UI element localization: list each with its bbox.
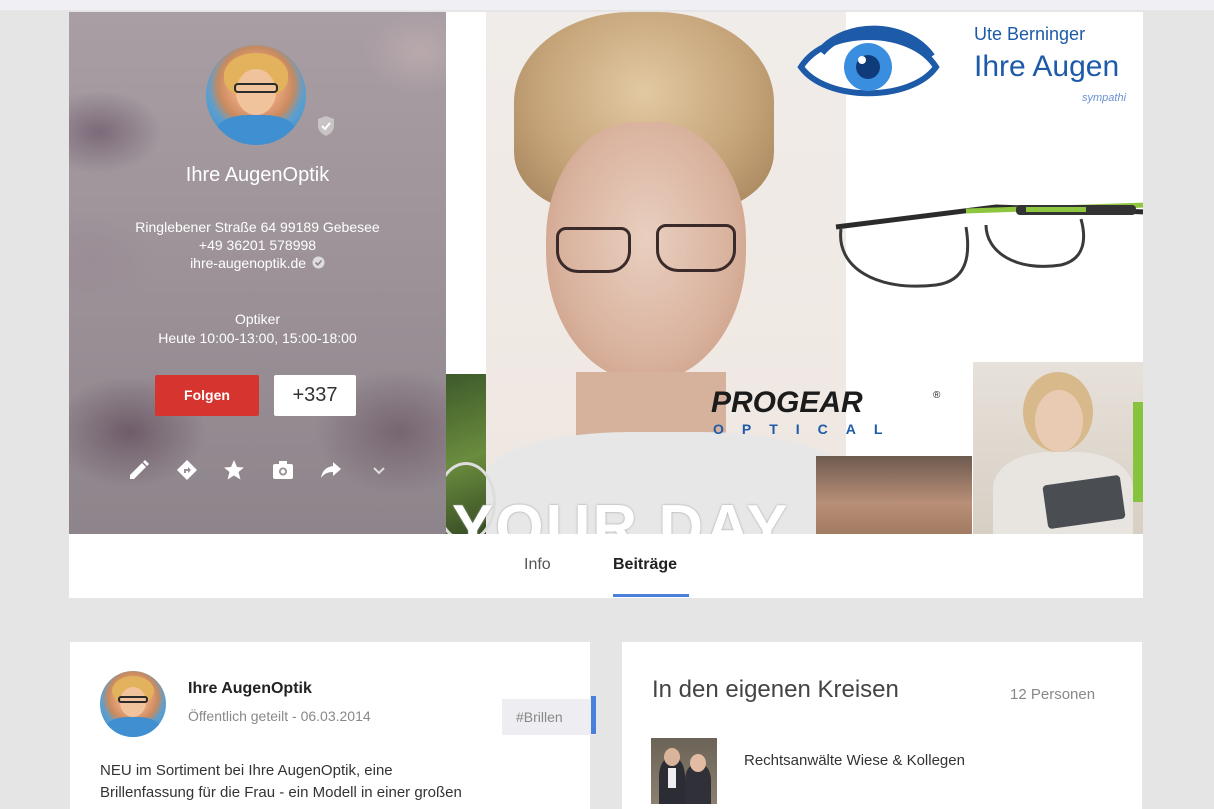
post-card: Ihre AugenOptik Öffentlich geteilt - 06.… (70, 642, 596, 809)
profile-address: Ringlebener Straße 64 99189 Gebesee (135, 219, 380, 235)
progear-subtitle: OPTICAL (713, 421, 900, 437)
circles-card: In den eigenen Kreisen 12 Personen Recht… (622, 642, 1142, 809)
post-text: NEU im Sortiment bei Ihre AugenOptik, ei… (100, 760, 570, 804)
brand-name: Ihre Augen (974, 50, 1120, 83)
profile-website-link[interactable]: ihre-augenoptik.de (190, 255, 306, 271)
progear-title: PROGEAR (711, 386, 863, 419)
cover-slogan: YOUR DAY (452, 493, 790, 534)
post-text-line: NEU im Sortiment bei Ihre AugenOptik, ei… (100, 762, 393, 779)
top-strip (0, 0, 1214, 10)
profile-website-row: ihre-augenoptik.de (69, 254, 446, 272)
circles-title: In den eigenen Kreisen (652, 676, 899, 703)
brand-tagline: sympathi (1082, 92, 1127, 104)
hashtag-accent-bar (591, 696, 596, 734)
star-icon[interactable] (222, 458, 246, 482)
eye-logo (797, 25, 940, 97)
progear-registered-mark: ® (933, 390, 941, 401)
profile-category-hours: Optiker Heute 10:00-13:00, 15:00-18:00 (69, 310, 446, 348)
cover-woman-photo (486, 12, 846, 534)
tab-info[interactable]: Info (524, 556, 551, 574)
profile-category: Optiker (234, 311, 281, 327)
profile-header-card: Ihre AugenOptik Ringlebener Straße 64 99… (69, 12, 1143, 598)
post-author-avatar[interactable] (100, 671, 166, 737)
cover-photo[interactable]: Ute Berninger Ihre Augen sympathi PROGEA… (446, 12, 1143, 534)
glasses-frame-photo (835, 202, 1143, 288)
person-name[interactable]: Rechtsanwälte Wiese & Kollegen (744, 752, 965, 769)
profile-avatar[interactable] (206, 45, 306, 145)
website-verified-icon (312, 256, 325, 269)
progear-logo: PROGEAR ® OPTICAL (711, 386, 941, 437)
active-tab-indicator (613, 594, 689, 597)
plus-one-count[interactable]: +337 (274, 375, 356, 416)
circles-count[interactable]: 12 Personen (1010, 686, 1095, 703)
post-meta[interactable]: Öffentlich geteilt - 06.03.2014 (188, 708, 371, 724)
directions-icon[interactable] (175, 458, 199, 482)
verified-icon (318, 116, 334, 136)
edit-icon[interactable] (127, 458, 151, 482)
share-icon[interactable] (319, 458, 343, 482)
profile-side-panel: Ihre AugenOptik Ringlebener Straße 64 99… (69, 12, 446, 534)
post-author-name[interactable]: Ihre AugenOptik (188, 680, 312, 698)
brand-owner: Ute Berninger (974, 24, 1086, 44)
profile-hours: Heute 10:00-13:00, 15:00-18:00 (158, 330, 357, 346)
chevron-down-icon[interactable] (367, 458, 391, 482)
profile-name: Ihre AugenOptik (185, 164, 330, 186)
post-text-line: Brillenfassung für die Frau - ein Modell… (100, 784, 462, 801)
profile-phone[interactable]: +49 36201 578998 (69, 236, 446, 254)
post-hashtag[interactable]: #Brillen (502, 699, 596, 735)
tab-beitraege[interactable]: Beiträge (613, 556, 677, 574)
person-avatar[interactable] (651, 738, 717, 804)
profile-tabs: Info Beiträge (69, 534, 1143, 598)
camera-icon[interactable] (271, 458, 295, 482)
profile-contact: Ringlebener Straße 64 99189 Gebesee +49 … (69, 218, 446, 272)
follow-button[interactable]: Folgen (155, 375, 259, 416)
